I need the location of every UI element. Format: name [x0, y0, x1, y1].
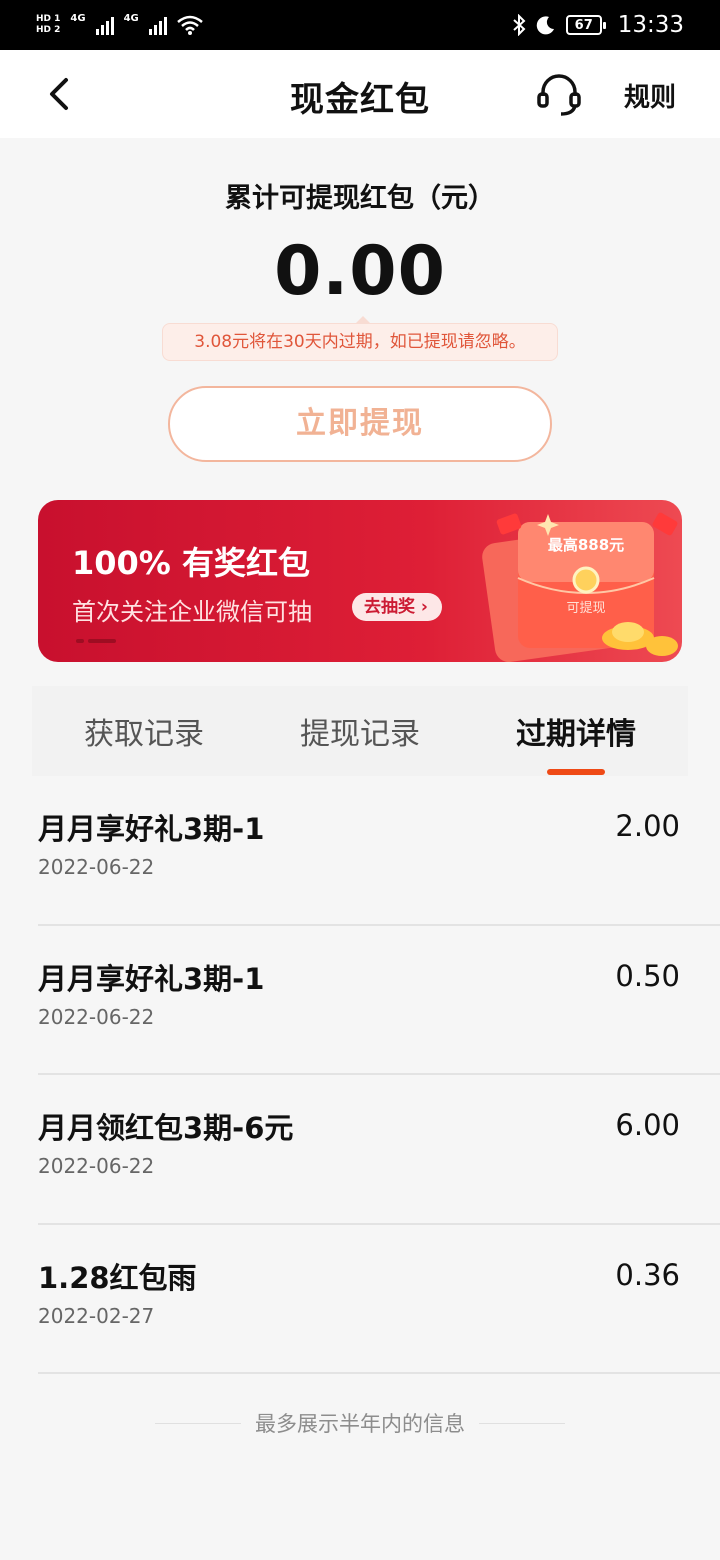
- battery-icon: 67: [565, 15, 606, 35]
- divider: [155, 1422, 241, 1424]
- list-item[interactable]: 1.28红包雨 2022-02-27 0.36: [38, 1225, 720, 1374]
- record-date: 2022-02-27: [38, 1303, 155, 1328]
- header: 现金红包 规则: [0, 50, 720, 138]
- rules-link[interactable]: 规则: [624, 77, 676, 114]
- banner-title: 100% 有奖红包: [72, 544, 311, 582]
- page-title: 现金红包: [290, 80, 430, 120]
- active-tab-indicator: [547, 769, 605, 775]
- list-item[interactable]: 月月领红包3期-6元 2022-06-22 6.00: [38, 1075, 720, 1225]
- record-date: 2022-06-22: [38, 1004, 155, 1029]
- tab-earn-records[interactable]: 获取记录: [84, 709, 204, 753]
- signal-icon-2: [148, 15, 167, 35]
- list-item[interactable]: 月月享好礼3期-1 2022-06-22 2.00: [38, 776, 720, 926]
- red-envelope-illustration: 最高888元 可提现: [482, 512, 678, 662]
- clock: 13:33: [617, 12, 684, 38]
- carousel-dots: [76, 639, 116, 643]
- divider: [479, 1422, 565, 1424]
- tab-expired-details[interactable]: 过期详情: [516, 709, 636, 775]
- status-bar: HD 1 HD 2 4G 4G 67 13:33: [0, 0, 720, 50]
- promo-banner[interactable]: 100% 有奖红包 首次关注企业微信可抽 去抽奖 › 最高888元 可提现: [38, 500, 682, 662]
- record-amount: 0.36: [615, 1257, 680, 1292]
- tab-bar: 获取记录 提现记录 过期详情: [32, 686, 688, 776]
- tab-withdraw-records[interactable]: 提现记录: [300, 709, 420, 753]
- bluetooth-icon: [513, 14, 526, 36]
- lottery-button[interactable]: 去抽奖 ›: [352, 593, 442, 621]
- record-date: 2022-06-22: [38, 855, 155, 879]
- record-amount: 2.00: [615, 809, 680, 843]
- record-amount: 6.00: [615, 1108, 680, 1142]
- envelope-top-text: 最高888元: [548, 536, 624, 554]
- tab-label: 提现记录: [300, 717, 420, 752]
- hd1-label: HD 1: [36, 14, 61, 24]
- tab-label: 过期详情: [516, 717, 636, 752]
- record-date: 2022-06-22: [38, 1154, 155, 1178]
- network-type-1: 4G: [70, 12, 86, 24]
- hd2-label: HD 2: [36, 25, 61, 35]
- banner-subtitle: 首次关注企业微信可抽: [72, 598, 312, 626]
- record-name: 1.28红包雨: [38, 1260, 197, 1295]
- expired-records-list: 月月享好礼3期-1 2022-06-22 2.00 月月享好礼3期-1 2022…: [38, 776, 720, 1374]
- footer-text: 最多展示半年内的信息: [255, 1412, 465, 1436]
- record-name: 月月享好礼3期-1: [38, 961, 265, 996]
- balance-amount: 0.00: [274, 232, 446, 311]
- wifi-icon: [176, 15, 203, 35]
- network-type-2: 4G: [123, 12, 139, 24]
- record-name: 月月领红包3期-6元: [38, 1111, 294, 1145]
- moon-icon: [536, 16, 554, 35]
- footer-note: 最多展示半年内的信息: [0, 1408, 720, 1438]
- battery-level: 67: [574, 17, 593, 33]
- record-amount: 0.50: [615, 958, 680, 993]
- record-name: 月月享好礼3期-1: [38, 812, 265, 846]
- expire-tip: 3.08元将在30天内过期，如已提现请忽略。: [162, 316, 558, 361]
- customer-service-icon[interactable]: [535, 70, 583, 118]
- list-item[interactable]: 月月享好礼3期-1 2022-06-22 0.50: [38, 926, 720, 1075]
- envelope-bottom-text: 可提现: [566, 600, 605, 616]
- tab-label: 获取记录: [84, 717, 204, 752]
- balance-label: 累计可提现红包（元）: [225, 183, 495, 214]
- signal-icon: [95, 15, 114, 35]
- hd-indicator: HD 1 HD 2: [36, 14, 60, 36]
- withdraw-button[interactable]: 立即提现: [168, 386, 552, 462]
